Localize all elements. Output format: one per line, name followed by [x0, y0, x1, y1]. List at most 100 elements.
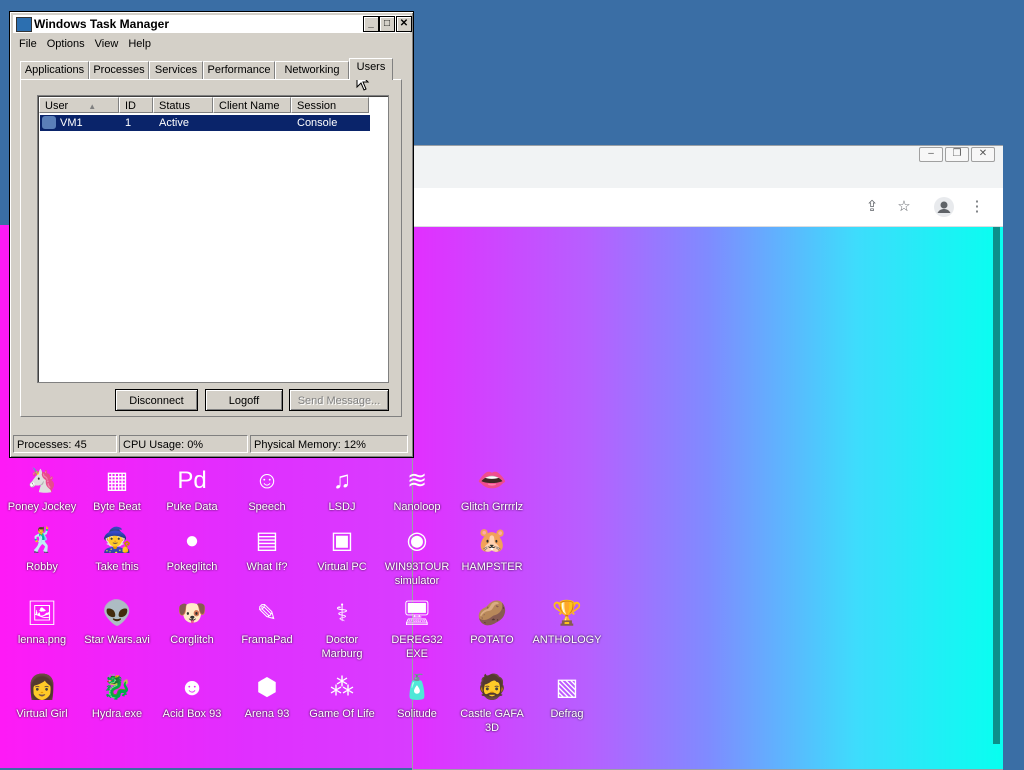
column-header-user[interactable]: User ▲ — [39, 97, 119, 113]
maximize-button[interactable]: □ — [379, 16, 395, 32]
lips-icon: 👄 — [477, 467, 507, 494]
column-header-status[interactable]: Status — [153, 97, 213, 113]
cell-id: 1 — [125, 117, 132, 129]
desktop-icon[interactable]: 🕺 Robby — [4, 525, 80, 574]
task-manager-titlebar[interactable]: Windows Task Manager _ □ ✕ — [13, 15, 412, 33]
column-header-id[interactable]: ID — [119, 97, 153, 113]
users-list[interactable]: User ▲ ID Status Client Name Session VM1 … — [37, 95, 389, 383]
status-processes: Processes: 45 — [13, 435, 117, 453]
desktop-icon-label: Solitude — [397, 708, 437, 720]
defrag-icon: ▧ — [555, 674, 579, 701]
browser-scrollbar[interactable] — [993, 227, 1000, 744]
tour-icon: ◉ — [406, 527, 428, 554]
desktop-icon[interactable]: ◉ WIN93TOUR simulator — [379, 525, 455, 588]
desktop-icon[interactable]: 🥔 POTATO — [454, 598, 530, 647]
send-message-button[interactable]: Send Message... — [289, 389, 389, 411]
task-manager-window[interactable]: Windows Task Manager _ □ ✕ File Options … — [9, 11, 414, 458]
desktop-icon[interactable]: ▣ Virtual PC — [304, 525, 380, 574]
desktop-icon-label: FramaPad — [241, 634, 293, 646]
tab-networking[interactable]: Networking — [275, 61, 349, 79]
desktop-icon[interactable]: ✎ FramaPad — [229, 598, 305, 647]
desktop-icon-label: Defrag — [550, 708, 584, 720]
desktop-icon[interactable]: ⬢ Arena 93 — [229, 672, 305, 721]
tab-services[interactable]: Services — [149, 61, 203, 79]
desktop-icon[interactable]: 🖥 DEREG32 EXE — [379, 598, 455, 661]
hydra-icon: 🐉 — [102, 674, 132, 701]
desktop-icon-label: Byte Beat — [93, 501, 141, 513]
castle-icon: 🧔 — [477, 674, 507, 701]
browser-close-button[interactable]: ✕ — [971, 147, 995, 162]
nanoloop-icon: ≋ — [406, 467, 428, 494]
desktop-icon[interactable]: 🏆 ANTHOLOGY — [529, 598, 605, 647]
speech-face-icon: ☺ — [254, 467, 280, 494]
column-header-session[interactable]: Session — [291, 97, 369, 113]
task-manager-icon — [16, 17, 32, 32]
desktop-icon[interactable]: 🧙 Take this — [79, 525, 155, 574]
desktop-icon[interactable]: ▤ What If? — [229, 525, 305, 574]
menu-help[interactable]: Help — [123, 35, 156, 53]
cell-status: Active — [159, 117, 189, 129]
tab-performance[interactable]: Performance — [203, 61, 275, 79]
browser-toolbar: ⇪ ☆ ⋮ — [413, 188, 1003, 227]
desktop-icon[interactable]: 🖼 lenna.png — [4, 598, 80, 647]
potato-icon: 🥔 — [477, 600, 507, 627]
desktop-icon[interactable]: 👩 Virtual Girl — [4, 672, 80, 721]
desktop-icon-label: Virtual Girl — [16, 708, 68, 720]
pony-icon: 🦄 — [27, 467, 57, 494]
close-button[interactable]: ✕ — [396, 16, 412, 32]
corgi-icon: 🐶 — [177, 600, 207, 627]
minimize-button[interactable]: _ — [363, 16, 379, 32]
menu-view[interactable]: View — [90, 35, 124, 53]
framapad-icon: ✎ — [256, 600, 278, 627]
desktop-icon[interactable]: 🧔 Castle GAFA 3D — [454, 672, 530, 735]
smiley-icon: ☻ — [179, 674, 205, 701]
table-row[interactable]: VM1 1 Active Console — [40, 115, 370, 131]
more-icon[interactable]: ⋮ — [967, 197, 987, 217]
yoda-icon: 👽 — [102, 600, 132, 627]
desktop-icon[interactable]: ☻ Acid Box 93 — [154, 672, 230, 721]
desktop-icon-label: Virtual PC — [317, 561, 367, 573]
cell-user: VM1 — [60, 117, 83, 129]
tab-applications[interactable]: Applications — [20, 61, 89, 79]
desktop-icon-label: Glitch Grrrrlz — [460, 501, 524, 513]
desktop-icon[interactable]: ▧ Defrag — [529, 672, 605, 721]
desktop-icon[interactable]: ⚕ Doctor Marburg — [304, 598, 380, 661]
profile-icon[interactable] — [934, 197, 954, 217]
menu-options[interactable]: Options — [42, 35, 90, 53]
desktop-icon[interactable]: ♫ LSDJ — [304, 465, 380, 514]
desktop-icon-label: Doctor Marburg — [321, 634, 363, 660]
tab-users[interactable]: Users — [349, 58, 393, 80]
tab-processes[interactable]: Processes — [89, 61, 149, 79]
desktop-icon-label: HAMPSTER — [461, 561, 523, 573]
status-physical-memory: Physical Memory: 12% — [250, 435, 408, 453]
desktop-icon[interactable]: 🦄 Poney Jockey — [4, 465, 80, 514]
desktop-icon[interactable]: ● Pokeglitch — [154, 525, 230, 574]
desktop-icon[interactable]: 👄 Glitch Grrrrlz — [454, 465, 530, 514]
hamster-icon: 🐹 — [477, 527, 507, 554]
window-title: Windows Task Manager — [34, 17, 170, 31]
desktop-icon[interactable]: 🐶 Corglitch — [154, 598, 230, 647]
desktop-icon[interactable]: ▦ Byte Beat — [79, 465, 155, 514]
virtual-girl-icon: 👩 — [27, 674, 57, 701]
cube-icon: ⬢ — [256, 674, 278, 701]
logoff-button[interactable]: Logoff — [205, 389, 283, 411]
desktop-icon[interactable]: 🧴 Solitude — [379, 672, 455, 721]
desktop-icon[interactable]: ≋ Nanoloop — [379, 465, 455, 514]
desktop-icon[interactable]: Pd Puke Data — [154, 465, 230, 514]
browser-restore-button[interactable]: ❐ — [945, 147, 969, 162]
disconnect-button[interactable]: Disconnect — [115, 389, 198, 411]
browser-titlebar[interactable]: ‒ ❐ ✕ — [413, 146, 1003, 188]
star-icon[interactable]: ☆ — [894, 197, 914, 217]
desktop-icon-label: Robby — [26, 561, 58, 573]
desktop-icon[interactable]: ⁂ Game Of Life — [304, 672, 380, 721]
dereg-icon: 🖥 — [401, 600, 433, 627]
desktop-icon[interactable]: 🐹 HAMPSTER — [454, 525, 530, 574]
desktop-icon[interactable]: 🐉 Hydra.exe — [79, 672, 155, 721]
desktop-icon[interactable]: ☺ Speech — [229, 465, 305, 514]
browser-minimize-button[interactable]: ‒ — [919, 147, 943, 162]
trophy-icon: 🏆 — [552, 600, 582, 627]
menu-file[interactable]: File — [14, 35, 42, 53]
column-header-client-name[interactable]: Client Name — [213, 97, 291, 113]
desktop-icon[interactable]: 👽 Star Wars.avi — [79, 598, 155, 647]
share-icon[interactable]: ⇪ — [862, 197, 882, 217]
